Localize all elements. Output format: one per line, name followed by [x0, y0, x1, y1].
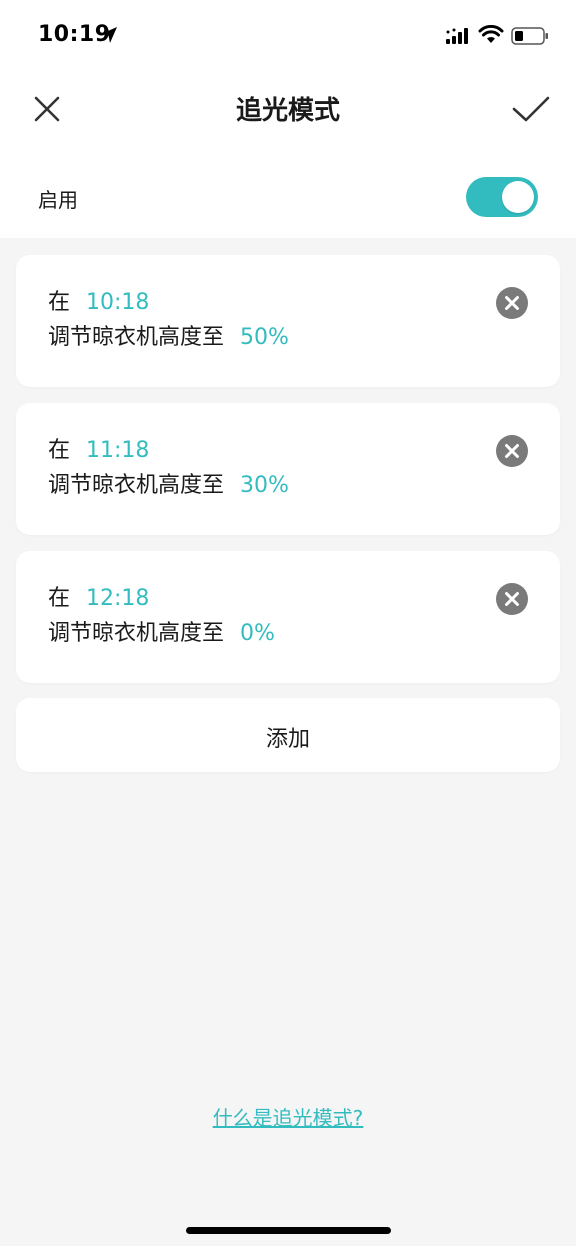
schedule-action: 调节晾衣机高度至	[48, 473, 225, 498]
wifi-icon	[478, 25, 504, 43]
schedule-time-line: 在 12:18	[48, 585, 149, 613]
toggle-knob	[502, 181, 534, 213]
add-button-label: 添加	[265, 727, 310, 752]
remove-icon[interactable]	[496, 583, 528, 615]
schedule-card[interactable]: 在 10:18 调节晾衣机高度至 50%	[16, 255, 560, 387]
location-arrow-icon	[101, 27, 117, 43]
schedule-card[interactable]: 在 11:18 调节晾衣机高度至 30%	[16, 403, 560, 535]
remove-icon[interactable]	[496, 435, 528, 467]
schedule-time-line: 在 10:18	[48, 289, 149, 317]
home-indicator	[186, 1227, 391, 1234]
page-title: 追光模式	[235, 96, 340, 126]
check-icon[interactable]	[510, 92, 552, 126]
schedule-card[interactable]: 在 12:18 调节晾衣机高度至 0%	[16, 551, 560, 683]
schedule-action: 调节晾衣机高度至	[48, 621, 225, 646]
schedule-action-line: 调节晾衣机高度至 30%	[48, 472, 289, 500]
help-link[interactable]: 什么是追光模式?	[0, 1102, 576, 1131]
schedule-prefix: 在	[48, 290, 71, 315]
schedule-time[interactable]: 12:18	[86, 586, 149, 611]
schedule-action-line: 调节晾衣机高度至 50%	[48, 324, 289, 352]
schedule-height[interactable]: 0%	[240, 621, 275, 646]
schedule-prefix: 在	[48, 586, 71, 611]
battery-icon	[511, 27, 548, 45]
add-button[interactable]: 添加	[16, 698, 560, 772]
schedule-action-line: 调节晾衣机高度至 0%	[48, 620, 275, 648]
enable-row: 启用	[0, 160, 576, 232]
schedule-height[interactable]: 50%	[240, 325, 289, 350]
schedule-action: 调节晾衣机高度至	[48, 325, 225, 350]
schedule-time[interactable]: 11:18	[86, 438, 149, 463]
enable-label: 启用	[38, 188, 78, 212]
schedule-time[interactable]: 10:18	[86, 290, 149, 315]
nav-bar: 追光模式	[0, 72, 576, 148]
remove-icon[interactable]	[496, 287, 528, 319]
schedule-prefix: 在	[48, 438, 71, 463]
signal-icon	[446, 28, 468, 44]
schedule-time-line: 在 11:18	[48, 437, 149, 465]
status-bar: 10:19	[0, 0, 576, 72]
enable-toggle[interactable]	[466, 177, 538, 217]
schedule-height[interactable]: 30%	[240, 473, 289, 498]
